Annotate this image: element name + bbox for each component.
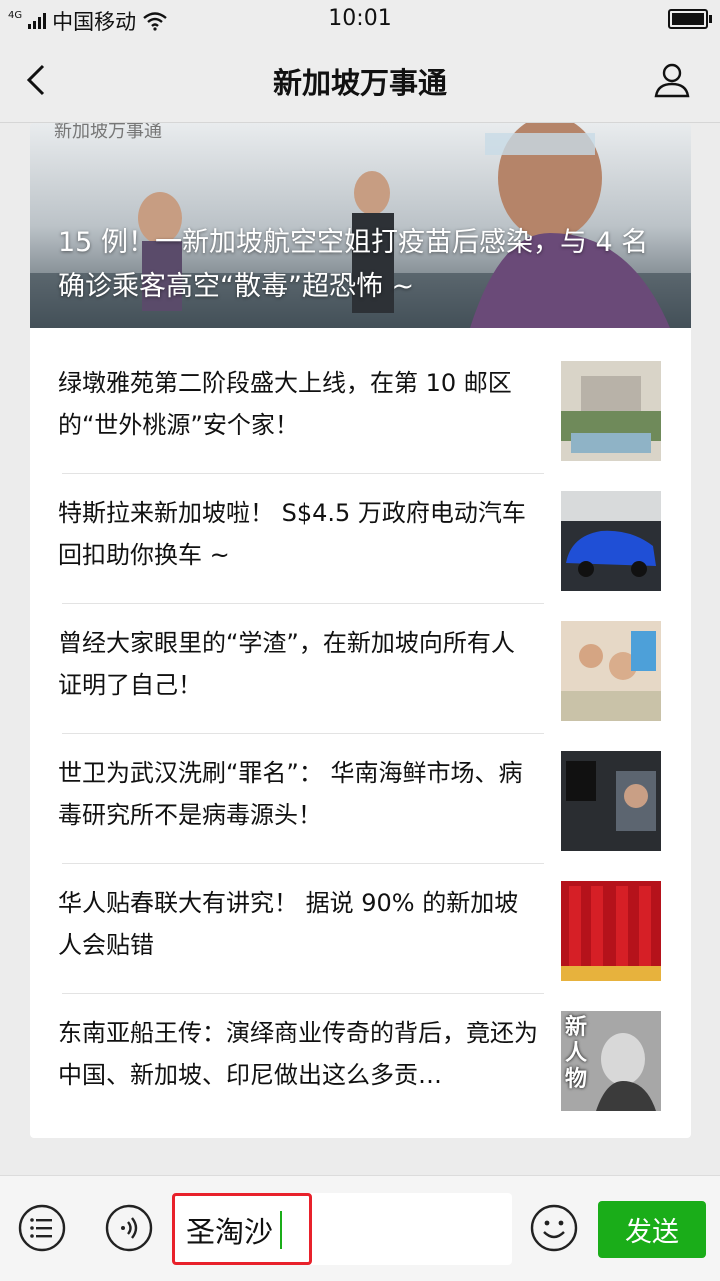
article-feed: 新加坡万事通 15 例！一新加坡航空空姐打疫苗后感染，与 4 名确诊乘客高空“散… <box>0 123 720 1175</box>
article-item[interactable]: 曾经大家眼里的“学渣”，在新加坡向所有人证明了自己！ <box>30 588 691 721</box>
send-button[interactable]: 发送 <box>598 1201 706 1258</box>
voice-input-icon[interactable] <box>105 1204 153 1252</box>
article-title: 绿墩雅苑第二阶段盛大上线，在第 10 邮区的“世外桃源”安个家！ <box>58 369 512 439</box>
article-title: 华人贴春联大有讲究！ 据说 90% 的新加坡人会贴错 <box>58 889 519 959</box>
article-card: 新加坡万事通 15 例！一新加坡航空空姐打疫苗后感染，与 4 名确诊乘客高空“散… <box>30 123 691 1138</box>
highlight-box <box>172 1193 312 1265</box>
article-title: 世卫为武汉洗刷“罪名”： 华南海鲜市场、病毒研究所不是病毒源头！ <box>58 759 523 829</box>
article-item[interactable]: 特斯拉来新加坡啦！ S$4.5 万政府电动汽车回扣助你换车 ~ <box>30 458 691 591</box>
battery-icon <box>668 9 712 29</box>
status-bar: 4G 中国移动 10:01 <box>0 0 720 38</box>
emoji-icon[interactable] <box>530 1204 578 1252</box>
blue-tesla-image <box>561 491 661 591</box>
article-title: 曾经大家眼里的“学渣”，在新加坡向所有人证明了自己！ <box>58 629 515 699</box>
menu-list-icon[interactable] <box>18 1204 66 1252</box>
car-window-image <box>561 751 661 851</box>
residence-image <box>561 361 661 461</box>
article-title: 特斯拉来新加坡啦！ S$4.5 万政府电动汽车回扣助你换车 ~ <box>58 499 526 569</box>
elder-portrait-image: 新人物 <box>561 1011 661 1111</box>
status-time: 10:01 <box>328 6 392 31</box>
article-item[interactable]: 世卫为武汉洗刷“罪名”： 华南海鲜市场、病毒研究所不是病毒源头！ <box>30 718 691 851</box>
article-item[interactable]: 华人贴春联大有讲究！ 据说 90% 的新加坡人会贴错 <box>30 848 691 981</box>
article-title: 东南亚船王传：演绎商业传奇的背后，竟还为中国、新加坡、印尼做出这么多贡… <box>58 1019 538 1089</box>
input-bar: 发送 <box>0 1175 720 1281</box>
classroom-image <box>561 621 661 721</box>
user-profile-icon[interactable] <box>652 60 692 100</box>
brand-logo: 新加坡万事通 <box>54 123 162 142</box>
thumb-caption: 新人物 <box>565 1015 588 1092</box>
article-item[interactable]: 绿墩雅苑第二阶段盛大上线，在第 10 邮区的“世外桃源”安个家！ <box>30 328 691 461</box>
article-item[interactable]: 东南亚船王传：演绎商业传奇的背后，竟还为中国、新加坡、印尼做出这么多贡… 新人物 <box>30 978 691 1111</box>
cover-title: 15 例！一新加坡航空空姐打疫苗后感染，与 4 名确诊乘客高空“散毒”超恐怖 ~ <box>58 227 649 302</box>
page-title: 新加坡万事通 <box>272 66 447 100</box>
cover-article[interactable]: 新加坡万事通 15 例！一新加坡航空空姐打疫苗后感染，与 4 名确诊乘客高空“散… <box>30 123 691 328</box>
nav-bar: 新加坡万事通 <box>0 38 720 123</box>
spring-couplets-image <box>561 881 661 981</box>
